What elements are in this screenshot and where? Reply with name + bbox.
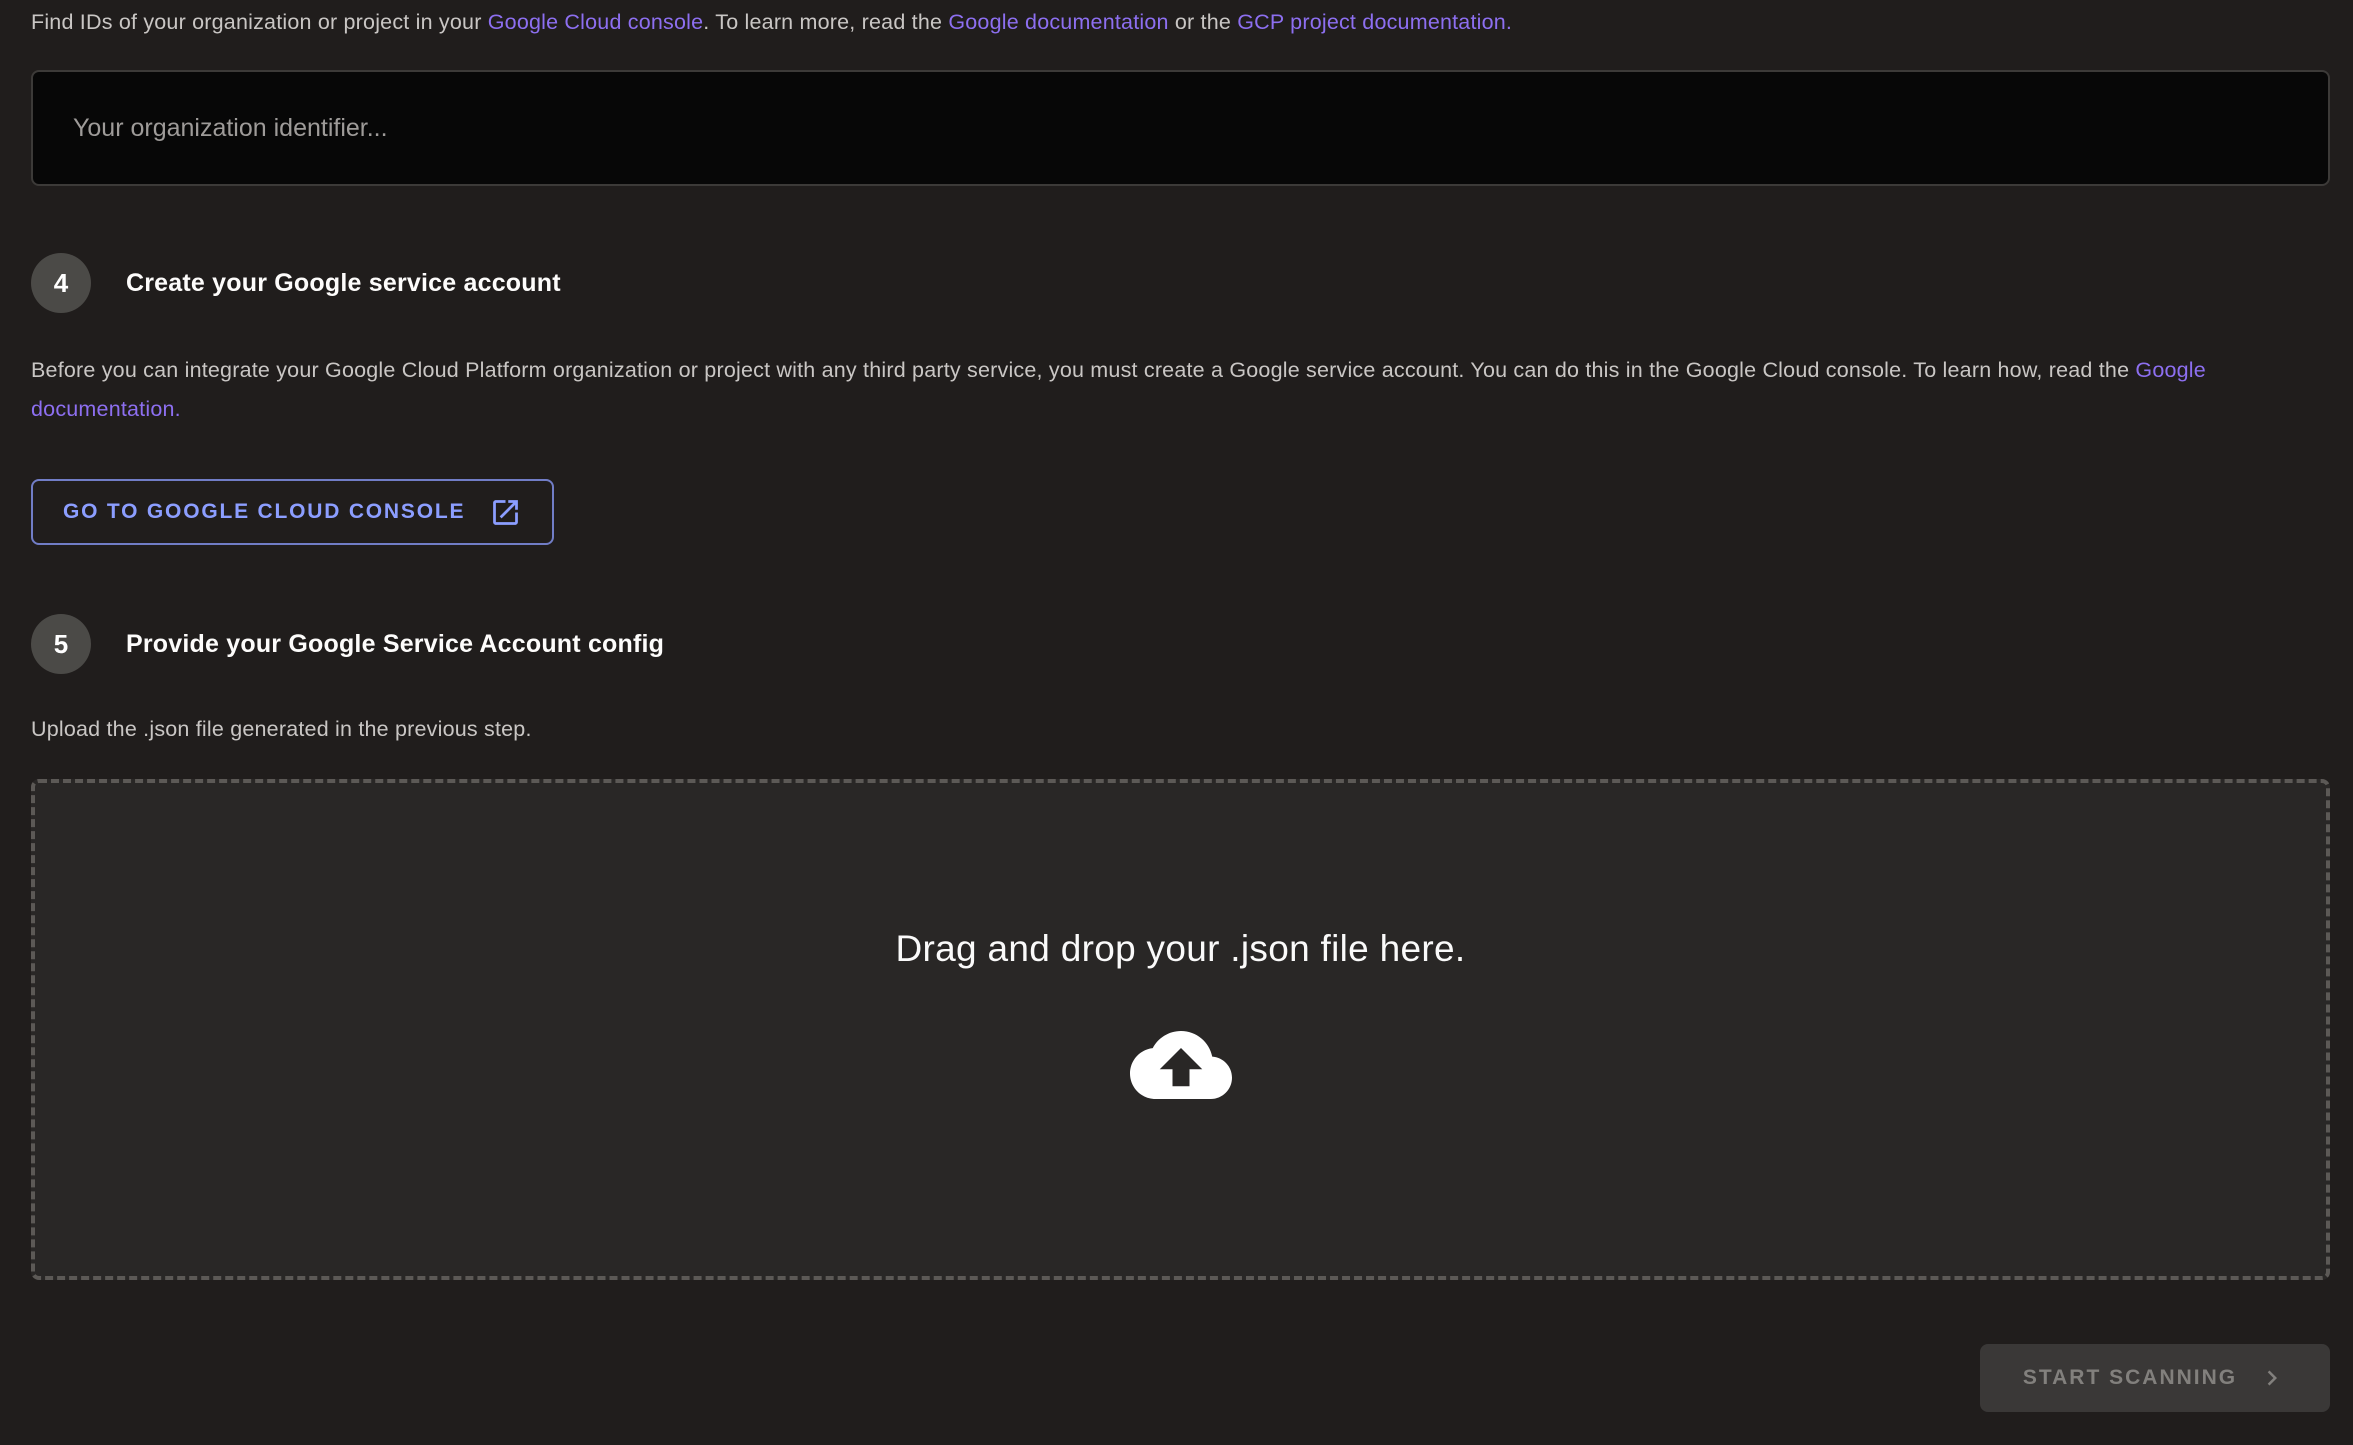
step-4-description-segment: Before you can integrate your Google Clo… xyxy=(31,358,2135,382)
gcp-setup-panel: Find IDs of your organization or project… xyxy=(0,0,2353,1445)
start-scanning-label: START SCANNING xyxy=(2023,1366,2237,1390)
step-4-badge: 4 xyxy=(31,253,91,313)
step-4-title: Create your Google service account xyxy=(126,269,561,298)
intro-text: Find IDs of your organization or project… xyxy=(31,8,2330,37)
step-5-badge: 5 xyxy=(31,614,91,674)
go-to-google-cloud-console-button[interactable]: GO TO GOOGLE CLOUD CONSOLE xyxy=(31,479,554,545)
gcp-project-documentation-link[interactable]: GCP project documentation. xyxy=(1237,10,1512,34)
external-link-icon xyxy=(489,496,522,529)
google-documentation-link[interactable]: Google documentation xyxy=(948,10,1168,34)
step-5-header: 5 Provide your Google Service Account co… xyxy=(31,614,2330,674)
start-scanning-button[interactable]: START SCANNING xyxy=(1980,1344,2330,1412)
intro-text-segment: Find IDs of your organization or project… xyxy=(31,10,488,34)
cloud-upload-icon xyxy=(1130,1022,1232,1124)
footer-actions: START SCANNING xyxy=(31,1344,2330,1412)
chevron-right-icon xyxy=(2257,1363,2287,1393)
step-4-description: Before you can integrate your Google Clo… xyxy=(31,351,2316,429)
organization-identifier-input[interactable] xyxy=(31,70,2330,186)
step-4-header: 4 Create your Google service account xyxy=(31,253,2330,313)
intro-text-segment: or the xyxy=(1169,10,1238,34)
step-5-title: Provide your Google Service Account conf… xyxy=(126,630,664,659)
intro-text-segment: . To learn more, read the xyxy=(703,10,948,34)
upload-instruction: Upload the .json file generated in the p… xyxy=(31,714,2330,744)
json-file-dropzone[interactable]: Drag and drop your .json file here. xyxy=(31,779,2330,1280)
go-to-google-cloud-console-label: GO TO GOOGLE CLOUD CONSOLE xyxy=(63,500,465,524)
dropzone-text: Drag and drop your .json file here. xyxy=(896,928,1466,970)
google-cloud-console-link[interactable]: Google Cloud console xyxy=(488,10,704,34)
